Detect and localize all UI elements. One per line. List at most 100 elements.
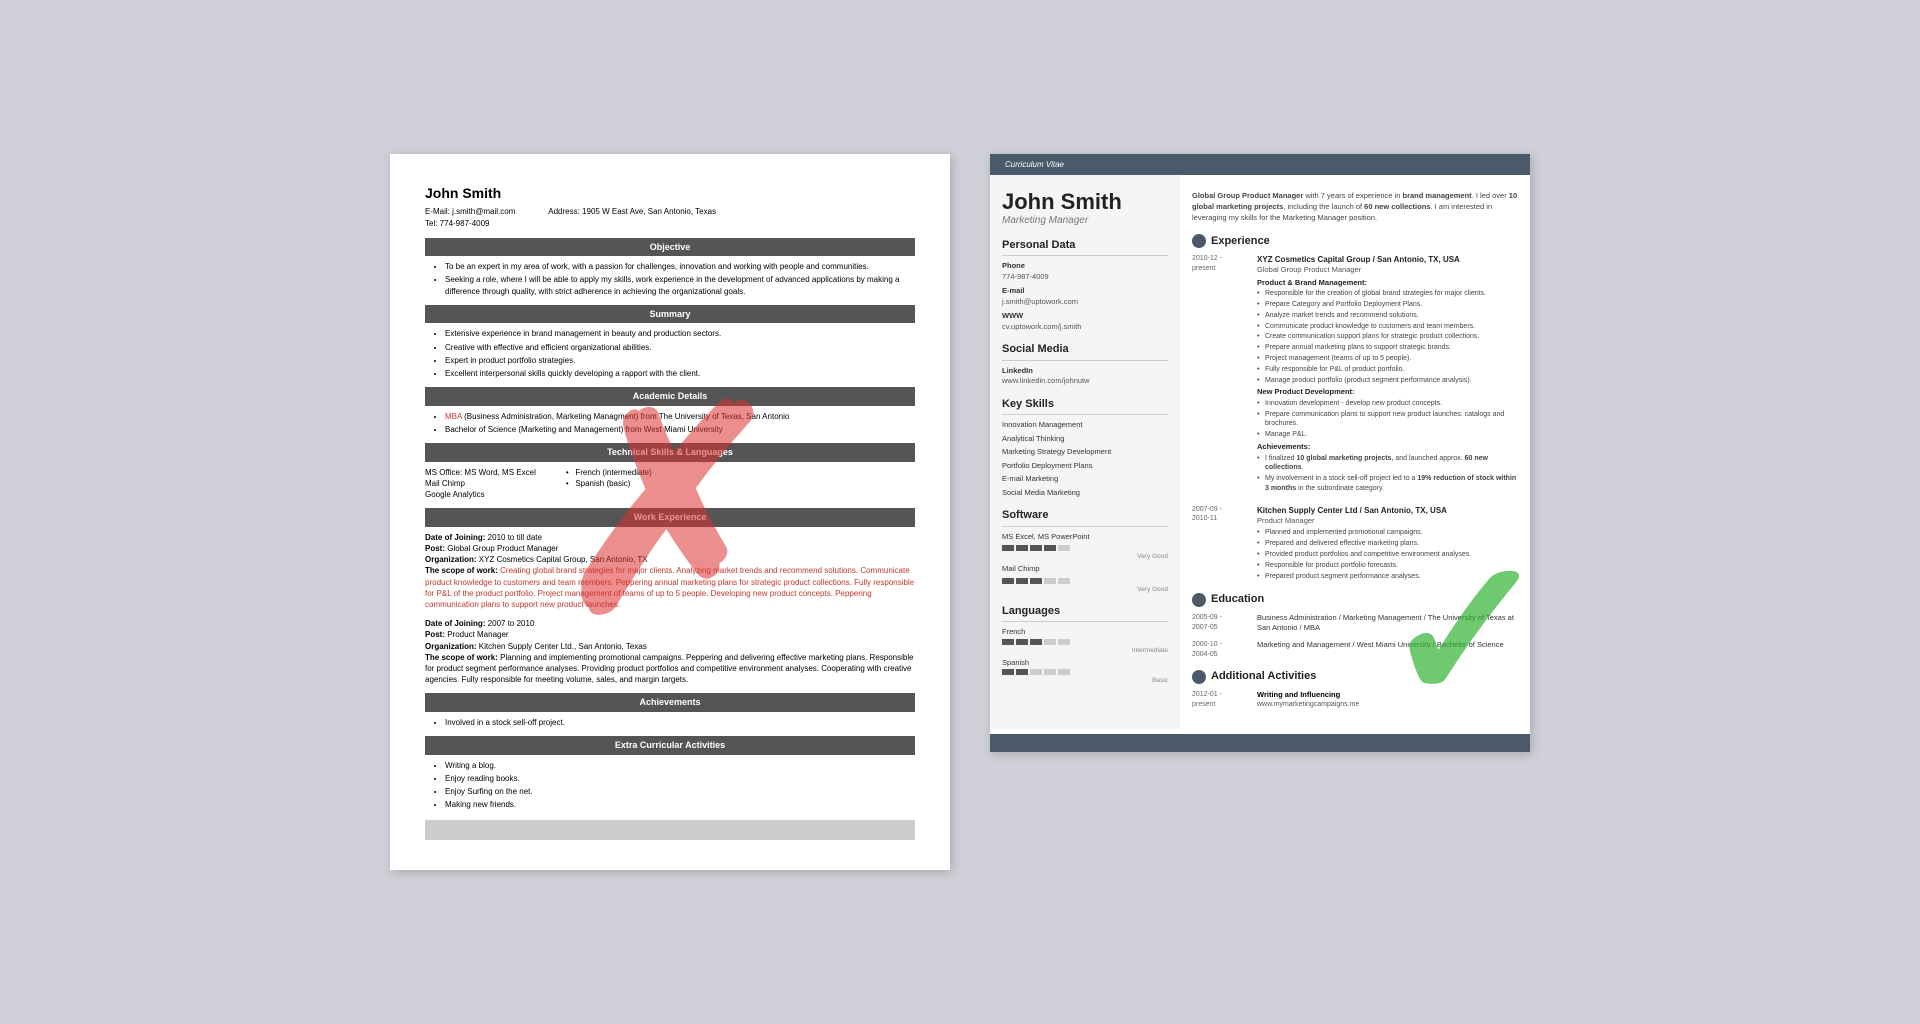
extra-list: Writing a blog. Enjoy reading books. Enj… [425,760,915,811]
lang-1: French [1002,627,1168,638]
exp-b6: Prepare annual marketing plans to suppor… [1257,343,1518,353]
edu-entry-2: 2000-10 -2004-05 Marketing and Managemen… [1192,640,1518,660]
exp-b9: Manage product portfolio (product segmen… [1257,376,1518,386]
exp-b24: Prepared product segment performance ana… [1257,572,1518,582]
lang-2-bar [1002,669,1168,675]
objective-list: To be an expert in my area of work, with… [425,261,915,297]
sw-2-label: Very Good [1002,585,1168,594]
languages-header: Languages [1002,604,1168,622]
edu-text-1: Business Administration / Marketing Mana… [1257,613,1518,634]
left-bottom-bar [425,820,915,840]
skills-row: MS Office: MS Word, MS Excel Mail Chimp … [425,467,915,501]
add-val-1: www.mymarketingcampaigns.me [1257,700,1518,710]
exp-content-1: XYZ Cosmetics Capital Group / San Antoni… [1257,254,1518,494]
personal-data-header: Personal Data [1002,238,1168,256]
right-title: Marketing Manager [1002,214,1168,228]
additional-section: Additional Activities [1192,669,1518,684]
summary-header: Summary [425,305,915,324]
work-entry-2: Date of Joining: 2007 to 2010 Post: Prod… [425,618,915,685]
skill-5: E-mail Marketing [1002,474,1168,485]
skill-3: Marketing Strategy Development [1002,447,1168,458]
email-value: j.smith@uptowork.com [1002,297,1168,308]
exp-content-2: Kitchen Supply Center Ltd / San Antonio,… [1257,505,1518,582]
add-dates-1: 2012-01 -present [1192,690,1252,710]
summary-list: Extensive experience in brand management… [425,328,915,379]
skill-1: Innovation Management [1002,420,1168,431]
right-bottom-bar [990,734,1530,752]
achievements-header: Achievements [425,693,915,712]
edu-entry-1: 2005-09 -2007-05 Business Administration… [1192,613,1518,634]
exp-dates-1: 2010-12 -present [1192,254,1252,274]
left-name: John Smith [425,184,915,204]
lang-1-label: Intermediate [1002,646,1168,655]
edu-content-2: Marketing and Management / West Miami Un… [1257,640,1518,651]
intro-text: Global Group Product Manager with 7 year… [1192,190,1518,224]
achievements-list: Involved in a stock sell-off project. [425,717,915,728]
edu-dates-2: 2000-10 -2004-05 [1192,640,1252,660]
linkedin-label: LinkedIn [1002,366,1168,377]
technical-header: Technical Skills & Languages [425,443,915,462]
social-media-header: Social Media [1002,342,1168,360]
exp-b5: Create communication support plans for s… [1257,332,1518,342]
edu-dates-1: 2005-09 -2007-05 [1192,613,1252,633]
exp-company-2: Kitchen Supply Center Ltd / San Antonio,… [1257,505,1518,516]
experience-section: Experience [1192,234,1518,249]
phone-value: 774-987-4009 [1002,272,1168,283]
software-header: Software [1002,508,1168,526]
exp-sub-1: Product & Brand Management: [1257,278,1518,289]
sw-2-bar [1002,578,1168,584]
exp-b14: My involvement in a stock sell-off proje… [1257,474,1518,494]
add-entry-1: 2012-01 -present Writing and Influencing… [1192,690,1518,710]
lang-2: Spanish [1002,658,1168,669]
right-content: Global Group Product Manager with 7 year… [1180,175,1530,729]
skill-2: Analytical Thinking [1002,434,1168,445]
email-label: E-mail [1002,286,1168,297]
work-entry-1: Date of Joining: 2010 to till date Post:… [425,532,915,610]
exp-b10: Innovation development - develop new pro… [1257,399,1518,409]
www-value: cv.uptowork.com/j.smith [1002,322,1168,333]
left-email: E-Mail: j.smith@mail.com Address: 1905 W… [425,206,915,217]
resume-left: ✗ John Smith E-Mail: j.smith@mail.com Ad… [390,154,950,871]
academic-list: MBA (Business Administration, Marketing … [425,411,915,435]
add-title-1: Writing and Influencing [1257,690,1518,701]
experience-header: Experience [1211,234,1270,249]
left-sidebar: John Smith Marketing Manager Personal Da… [990,175,1180,729]
www-label: WWW [1002,311,1168,322]
exp-sub-3: Achievements: [1257,442,1518,453]
lang-1-bar [1002,639,1168,645]
exp-b3: Analyze market trends and recommend solu… [1257,311,1518,321]
cv-banner: Curriculum Vitae [990,154,1530,175]
exp-dates-2: 2007-09 -2010-11 [1192,505,1252,525]
main-area: John Smith Marketing Manager Personal Da… [990,175,1530,729]
exp-b8: Fully responsible for P&L of product por… [1257,365,1518,375]
exp-b22: Provided product portfolios and competit… [1257,550,1518,560]
exp-b2: Prepare Category and Portfolio Deploymen… [1257,300,1518,310]
education-section: Education [1192,592,1518,607]
exp-entry-2: 2007-09 -2010-11 Kitchen Supply Center L… [1192,505,1518,583]
key-skills-header: Key Skills [1002,397,1168,415]
edu-content-1: Business Administration / Marketing Mana… [1257,613,1518,634]
exp-sub-2: New Product Development: [1257,387,1518,398]
exp-b7: Project management (teams of up to 5 peo… [1257,354,1518,364]
exp-b4: Communicate product knowledge to custome… [1257,322,1518,332]
edu-text-2: Marketing and Management / West Miami Un… [1257,640,1518,651]
exp-b23: Responsible for product portfolio foreca… [1257,561,1518,571]
add-content-1: Writing and Influencing www.mymarketingc… [1257,690,1518,710]
work-header: Work Experience [425,508,915,527]
exp-b13: I finalized 10 global marketing projects… [1257,454,1518,474]
exp-company-1: XYZ Cosmetics Capital Group / San Antoni… [1257,254,1518,265]
exp-b12: Manage P&L. [1257,430,1518,440]
academic-header: Academic Details [425,387,915,406]
education-header: Education [1211,592,1264,607]
exp-role-2: Product Manager [1257,516,1518,527]
sw-1-label: Very Good [1002,552,1168,561]
phone-label: Phone [1002,261,1168,272]
sw-1-bar [1002,545,1168,551]
objective-header: Objective [425,238,915,257]
left-tel: Tel: 774-987-4009 [425,218,915,229]
linkedin-value: www.linkedin.com/johnutw [1002,376,1168,387]
skill-4: Portfolio Deployment Plans [1002,461,1168,472]
resume-right: ✓ Curriculum Vitae John Smith Marketing … [990,154,1530,752]
lang-2-label: Basic [1002,676,1168,685]
exp-b11: Prepare communication plans to support n… [1257,410,1518,430]
